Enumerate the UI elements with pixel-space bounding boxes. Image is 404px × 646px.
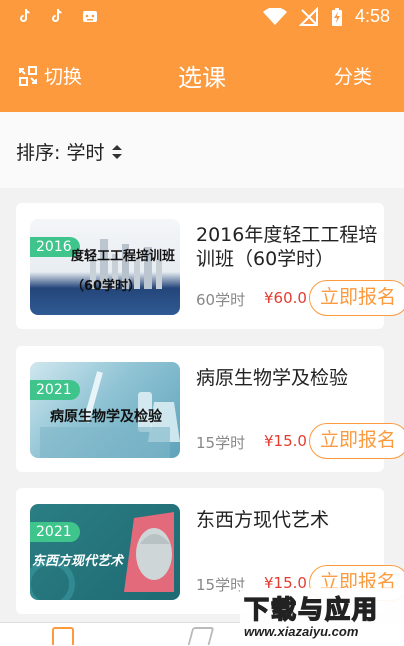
sort-dropdown[interactable]: 排序: 学时 bbox=[16, 138, 124, 165]
course-price: ¥60.0 bbox=[264, 289, 307, 307]
tiktok-icon bbox=[52, 8, 62, 22]
course-hours: 15学时 bbox=[196, 576, 246, 594]
watermark-url: www.xiazaiyu.com bbox=[244, 624, 359, 639]
thumbnail-subtitle: （60学时） bbox=[70, 279, 142, 294]
watermark-logo-text: 下载与应用 bbox=[243, 594, 380, 625]
course-price: ¥15.0 bbox=[264, 432, 307, 450]
signup-button[interactable]: 立即报名 bbox=[309, 280, 404, 316]
notification-icons bbox=[18, 8, 98, 24]
tiktok-icon bbox=[20, 8, 30, 22]
year-badge: 2021 bbox=[30, 380, 80, 400]
no-signal-icon bbox=[298, 6, 318, 26]
android-icon bbox=[83, 11, 97, 22]
signup-button[interactable]: 立即报名 bbox=[309, 423, 404, 459]
course-thumbnail: 2021 东西方现代艺术 bbox=[30, 504, 180, 600]
course-card[interactable]: 2021 病原生物学及检验 病原生物学及检验 15学时 ¥15.0 立即报名 bbox=[16, 346, 404, 472]
system-icons: 4:58 bbox=[262, 6, 390, 27]
status-bar: 4:58 bbox=[0, 0, 404, 36]
course-card[interactable]: 2016 度轻工工程培训班 （60学时） 2016年度轻工工程培训班（60学时）… bbox=[16, 203, 404, 329]
study-tab-icon[interactable] bbox=[187, 627, 215, 645]
clock: 4:58 bbox=[354, 6, 390, 26]
course-tab-icon[interactable] bbox=[52, 627, 74, 645]
thumbnail-title: 度轻工工程培训班 bbox=[70, 249, 175, 264]
course-title[interactable]: 东西方现代艺术 bbox=[196, 508, 382, 532]
sort-arrows-icon bbox=[112, 144, 123, 159]
sort-bar: 排序: 学时 bbox=[0, 112, 404, 188]
course-hours: 60学时 bbox=[196, 291, 246, 309]
watermark: 下载与应用 www.xiazaiyu.com bbox=[240, 588, 404, 646]
battery-charging-icon bbox=[331, 7, 342, 26]
skyline-graphic bbox=[90, 239, 162, 289]
thumbnail-title: 东西方现代艺术 bbox=[32, 554, 124, 569]
course-hours: 15学时 bbox=[196, 434, 246, 452]
course-thumbnail: 2021 病原生物学及检验 bbox=[30, 362, 180, 458]
year-badge: 2021 bbox=[30, 522, 80, 542]
course-title[interactable]: 病原生物学及检验 bbox=[196, 366, 382, 390]
thumbnail-title: 病原生物学及检验 bbox=[50, 409, 162, 425]
app-header: 切换 选课 分类 bbox=[0, 36, 404, 112]
sort-label: 排序: 学时 bbox=[16, 142, 105, 164]
category-button[interactable]: 分类 bbox=[334, 62, 372, 89]
course-title[interactable]: 2016年度轻工工程培训班（60学时） bbox=[196, 223, 382, 271]
course-thumbnail: 2016 度轻工工程培训班 （60学时） bbox=[30, 219, 180, 315]
wifi-icon bbox=[262, 7, 287, 25]
